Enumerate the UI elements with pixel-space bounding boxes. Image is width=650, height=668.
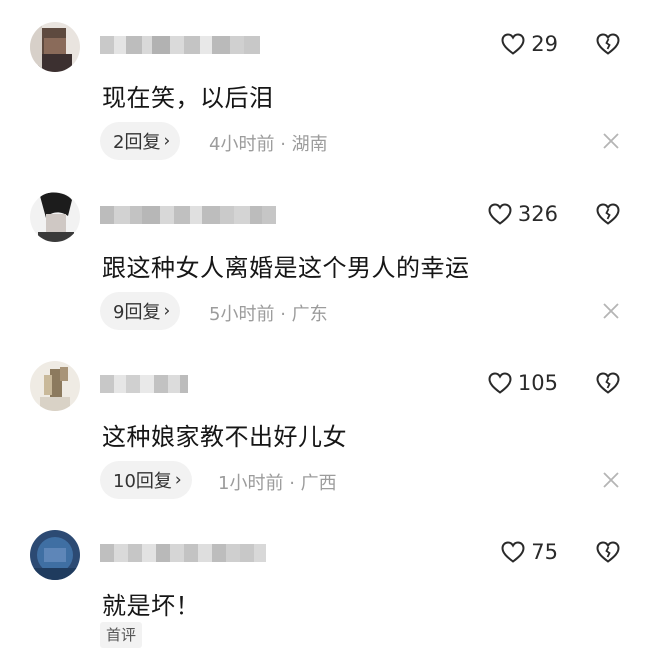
comment-text: 跟这种女人离婚是这个男人的幸运 xyxy=(102,254,470,282)
comment-meta: 5小时前 · 广东 xyxy=(209,300,328,326)
like-button[interactable]: 29 xyxy=(501,32,558,56)
heart-outline-icon xyxy=(488,203,512,225)
username-blurred[interactable] xyxy=(100,375,188,393)
like-button[interactable]: 75 xyxy=(501,540,558,564)
comment-location: 广西 xyxy=(300,473,337,494)
view-replies-button[interactable]: 9回复 › xyxy=(100,292,181,330)
close-icon[interactable] xyxy=(602,132,620,150)
chevron-right-icon: › xyxy=(174,470,182,490)
dislike-button[interactable] xyxy=(596,372,620,398)
view-replies-button[interactable]: 2回复 › xyxy=(100,122,181,160)
username-blurred[interactable] xyxy=(100,206,276,224)
broken-heart-icon xyxy=(596,33,620,55)
avatar[interactable] xyxy=(30,361,80,411)
comment-text: 这种娘家教不出好儿女 xyxy=(102,423,347,451)
broken-heart-icon xyxy=(596,541,620,563)
close-icon[interactable] xyxy=(602,302,620,320)
username-blurred[interactable] xyxy=(100,36,260,54)
reply-count: 9回复 xyxy=(113,302,161,323)
chevron-right-icon: › xyxy=(163,131,171,151)
first-comment-tag: 首评 xyxy=(100,622,143,648)
avatar[interactable] xyxy=(30,192,80,242)
comment-location: 广东 xyxy=(291,304,328,325)
dislike-button[interactable] xyxy=(596,33,620,59)
avatar[interactable] xyxy=(30,22,80,72)
reply-count: 10回复 xyxy=(113,471,172,492)
meta-separator: · xyxy=(289,473,295,494)
close-icon[interactable] xyxy=(602,471,620,489)
like-button[interactable]: 326 xyxy=(488,202,558,226)
like-button[interactable]: 105 xyxy=(488,371,558,395)
like-count: 75 xyxy=(531,540,558,564)
comment-meta: 4小时前 · 湖南 xyxy=(209,130,328,156)
reply-count: 2回复 xyxy=(113,132,161,153)
comment-location: 湖南 xyxy=(291,134,328,155)
like-count: 326 xyxy=(517,202,558,226)
dislike-button[interactable] xyxy=(596,541,620,567)
username-blurred[interactable] xyxy=(100,544,266,562)
meta-separator: · xyxy=(280,304,286,325)
comment-time: 5小时前 xyxy=(209,304,275,325)
view-replies-button[interactable]: 10回复 › xyxy=(100,461,192,499)
heart-outline-icon xyxy=(501,33,525,55)
heart-outline-icon xyxy=(488,372,512,394)
comment-meta: 1小时前 · 广西 xyxy=(218,469,337,495)
like-count: 105 xyxy=(517,371,558,395)
broken-heart-icon xyxy=(596,203,620,225)
dislike-button[interactable] xyxy=(596,203,620,229)
avatar[interactable] xyxy=(30,530,80,580)
comment-time: 1小时前 xyxy=(218,473,284,494)
comment-time: 4小时前 xyxy=(209,134,275,155)
like-count: 29 xyxy=(531,32,558,56)
meta-separator: · xyxy=(280,134,286,155)
comment-text: 现在笑，以后泪 xyxy=(102,84,274,112)
heart-outline-icon xyxy=(501,541,525,563)
broken-heart-icon xyxy=(596,372,620,394)
chevron-right-icon: › xyxy=(163,301,171,321)
comment-text: 就是坏！ xyxy=(102,592,200,620)
